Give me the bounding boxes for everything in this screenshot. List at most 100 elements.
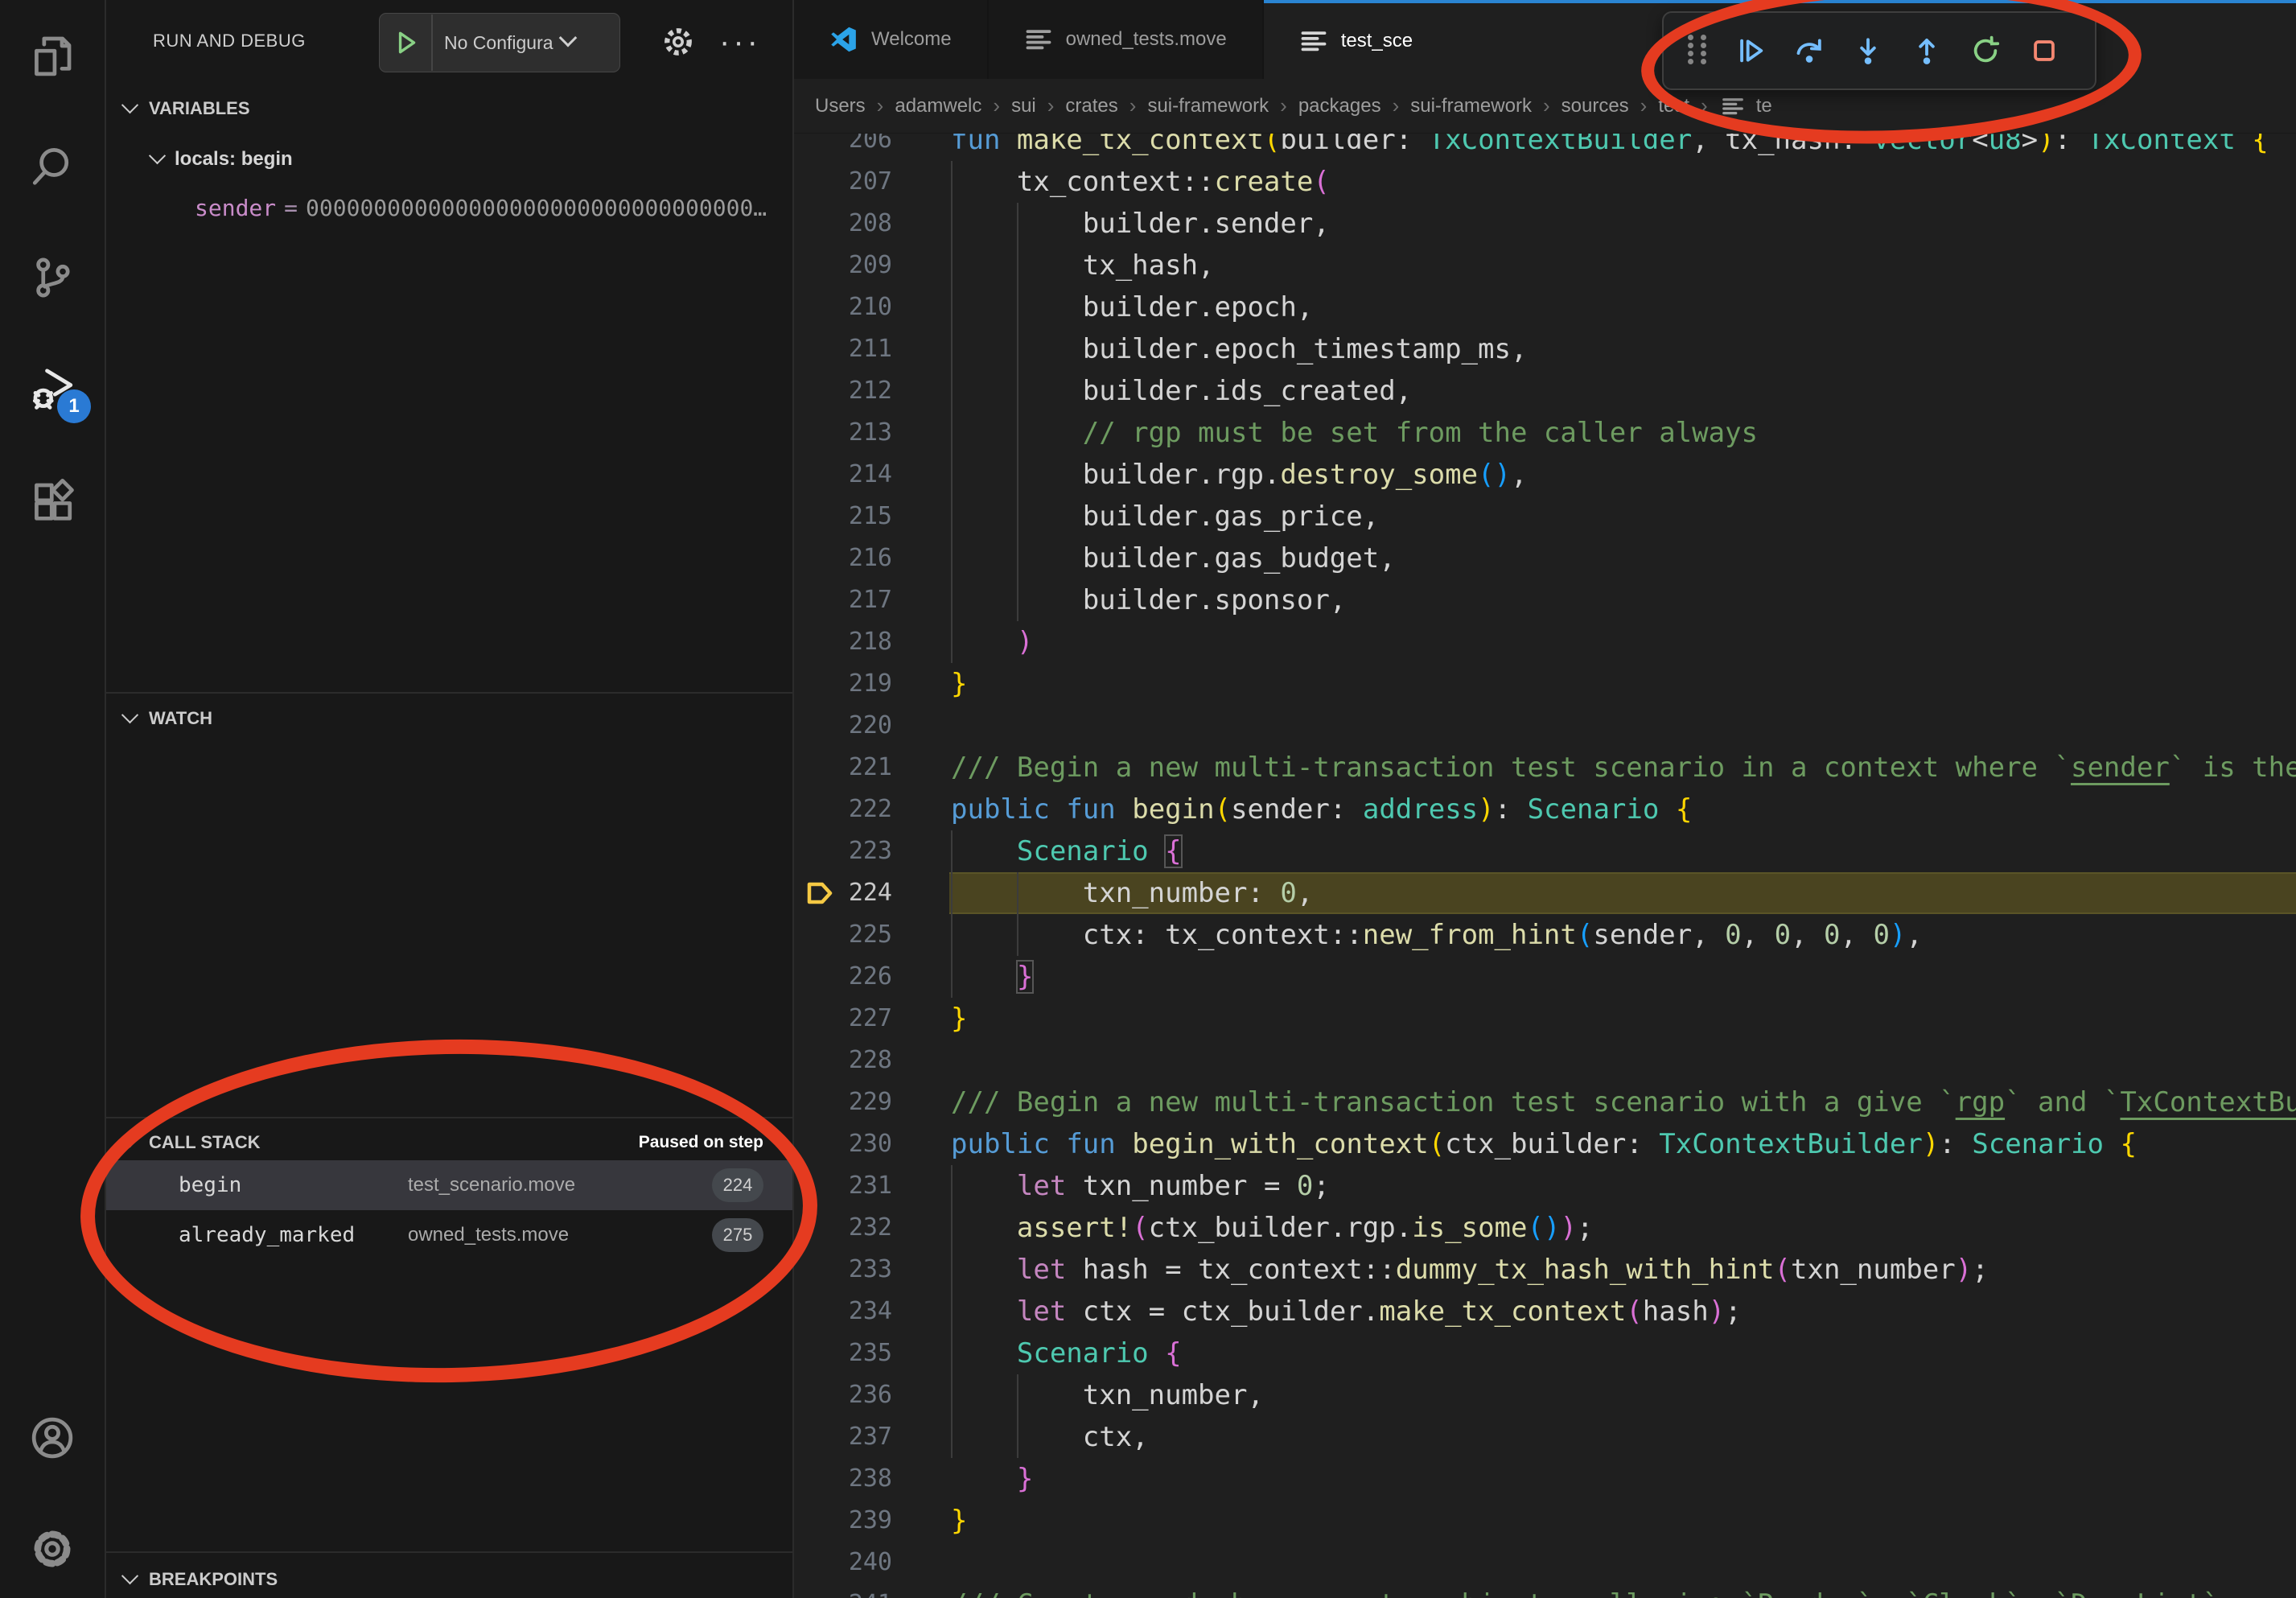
run-and-debug-icon[interactable]: 1 — [27, 364, 78, 415]
line-number[interactable]: 224 — [794, 872, 892, 914]
line-number[interactable]: 227 — [794, 998, 892, 1040]
code-line[interactable]: 237 ctx, — [794, 1416, 2296, 1458]
code-line[interactable]: 225 ctx: tx_context::new_from_hint(sende… — [794, 914, 2296, 956]
code-line[interactable]: 227} — [794, 998, 2296, 1040]
line-number[interactable]: 209 — [794, 245, 892, 286]
breadcrumb-item[interactable]: sources — [1562, 95, 1629, 117]
step-into-button[interactable] — [1853, 35, 1883, 66]
code-line-current[interactable]: 224 txn_number: 0, — [794, 872, 2296, 914]
code-line[interactable]: 209 tx_hash, — [794, 245, 2296, 286]
code-line[interactable]: 206fun make_tx_context(builder: TxContex… — [794, 133, 2296, 161]
line-number[interactable]: 215 — [794, 496, 892, 537]
line-number[interactable]: 221 — [794, 747, 892, 789]
code-line[interactable]: 232 assert!(ctx_builder.rgp.is_some()); — [794, 1207, 2296, 1249]
line-number[interactable]: 226 — [794, 956, 892, 998]
breadcrumb-item[interactable]: sui — [1011, 95, 1036, 117]
line-number[interactable]: 208 — [794, 203, 892, 245]
code-line[interactable]: 207 tx_context::create( — [794, 161, 2296, 203]
breadcrumb-item[interactable]: sui-framework — [1410, 95, 1532, 117]
more-actions-icon[interactable]: ··· — [719, 21, 761, 63]
line-number[interactable]: 233 — [794, 1249, 892, 1291]
code-line[interactable]: 213 // rgp must be set from the caller a… — [794, 412, 2296, 454]
code-line[interactable]: 231 let txn_number = 0; — [794, 1165, 2296, 1207]
code-line[interactable]: 215 builder.gas_price, — [794, 496, 2296, 537]
variables-scope-row[interactable]: locals: begin — [106, 138, 792, 180]
code-line[interactable]: 233 let hash = tx_context::dummy_tx_hash… — [794, 1249, 2296, 1291]
call-stack-frame[interactable]: begin test_scenario.move 224 — [106, 1160, 792, 1210]
tab-welcome[interactable]: Welcome — [794, 0, 989, 79]
line-number[interactable]: 216 — [794, 537, 892, 579]
code-line[interactable]: 238 } — [794, 1458, 2296, 1500]
code-line[interactable]: 222public fun begin(sender: address): Sc… — [794, 789, 2296, 830]
line-number[interactable]: 228 — [794, 1040, 892, 1081]
call-stack-section-header[interactable]: CALL STACK Paused on step — [106, 1122, 792, 1163]
code-line[interactable]: 208 builder.sender, — [794, 203, 2296, 245]
code-line[interactable]: 212 builder.ids_created, — [794, 370, 2296, 412]
code-line[interactable]: 211 builder.epoch_timestamp_ms, — [794, 328, 2296, 370]
code-line[interactable]: 228 — [794, 1040, 2296, 1081]
code-line[interactable]: 217 builder.sponsor, — [794, 579, 2296, 621]
explorer-icon[interactable] — [27, 30, 78, 81]
line-number[interactable]: 230 — [794, 1123, 892, 1165]
code-line[interactable]: 236 txn_number, — [794, 1374, 2296, 1416]
breadcrumb-item[interactable]: test — [1658, 95, 1689, 117]
breadcrumb-item[interactable]: Users — [815, 95, 866, 117]
code-line[interactable]: 229/// Begin a new multi-transaction tes… — [794, 1081, 2296, 1123]
code-line[interactable]: 239} — [794, 1500, 2296, 1542]
code-line[interactable]: 240 — [794, 1542, 2296, 1584]
code-line[interactable]: 219} — [794, 663, 2296, 705]
line-number[interactable]: 217 — [794, 579, 892, 621]
code-line[interactable]: 216 builder.gas_budget, — [794, 537, 2296, 579]
code-line[interactable]: 226 } — [794, 956, 2296, 998]
line-number[interactable]: 232 — [794, 1207, 892, 1249]
line-number[interactable]: 234 — [794, 1291, 892, 1332]
continue-button[interactable] — [1735, 35, 1766, 66]
search-icon[interactable] — [27, 141, 78, 192]
variables-section-header[interactable]: VARIABLES — [106, 89, 792, 129]
line-number[interactable]: 229 — [794, 1081, 892, 1123]
code-area[interactable]: 206fun make_tx_context(builder: TxContex… — [794, 133, 2296, 1598]
debug-config-dropdown[interactable]: No Configura — [379, 13, 620, 72]
line-number[interactable]: 218 — [794, 621, 892, 663]
debug-gear-icon[interactable] — [657, 21, 699, 63]
breadcrumb-item[interactable]: adamwelc — [895, 95, 981, 117]
line-number[interactable]: 223 — [794, 830, 892, 872]
code-line[interactable]: 235 Scenario { — [794, 1332, 2296, 1374]
code-line[interactable]: 223 Scenario { — [794, 830, 2296, 872]
restart-button[interactable] — [1970, 35, 2001, 66]
code-line[interactable]: 218 ) — [794, 621, 2296, 663]
line-number[interactable]: 225 — [794, 914, 892, 956]
breadcrumb-item[interactable]: te — [1756, 95, 1772, 117]
tab-owned-tests[interactable]: owned_tests.move — [989, 0, 1264, 79]
breadcrumb-item[interactable]: crates — [1065, 95, 1117, 117]
line-number[interactable]: 212 — [794, 370, 892, 412]
account-icon[interactable] — [27, 1412, 78, 1464]
line-number[interactable]: 231 — [794, 1165, 892, 1207]
step-out-button[interactable] — [1911, 35, 1942, 66]
line-number[interactable]: 207 — [794, 161, 892, 203]
line-number[interactable]: 239 — [794, 1500, 892, 1542]
code-line[interactable]: 241/// Creates and shares system objects… — [794, 1584, 2296, 1598]
call-stack-frame[interactable]: already_marked owned_tests.move 275 — [106, 1210, 792, 1260]
code-line[interactable]: 234 let ctx = ctx_builder.make_tx_contex… — [794, 1291, 2296, 1332]
drag-handle[interactable] — [1688, 35, 1707, 67]
code-line[interactable]: 220 — [794, 705, 2296, 747]
line-number[interactable]: 206 — [794, 133, 892, 161]
stop-button[interactable] — [2029, 35, 2059, 66]
line-number[interactable]: 213 — [794, 412, 892, 454]
breakpoints-section-header[interactable]: BREAKPOINTS — [106, 1559, 792, 1598]
line-number[interactable]: 220 — [794, 705, 892, 747]
source-control-icon[interactable] — [27, 252, 78, 303]
step-over-button[interactable] — [1794, 35, 1825, 66]
watch-section-header[interactable]: WATCH — [106, 698, 792, 739]
line-number[interactable]: 210 — [794, 286, 892, 328]
line-number[interactable]: 241 — [794, 1584, 892, 1598]
line-number[interactable]: 235 — [794, 1332, 892, 1374]
line-number[interactable]: 222 — [794, 789, 892, 830]
extensions-icon[interactable] — [27, 476, 78, 528]
code-line[interactable]: 221/// Begin a new multi-transaction tes… — [794, 747, 2296, 789]
line-number[interactable]: 211 — [794, 328, 892, 370]
breadcrumb-item[interactable]: packages — [1298, 95, 1381, 117]
line-number[interactable]: 214 — [794, 454, 892, 496]
line-number[interactable]: 219 — [794, 663, 892, 705]
